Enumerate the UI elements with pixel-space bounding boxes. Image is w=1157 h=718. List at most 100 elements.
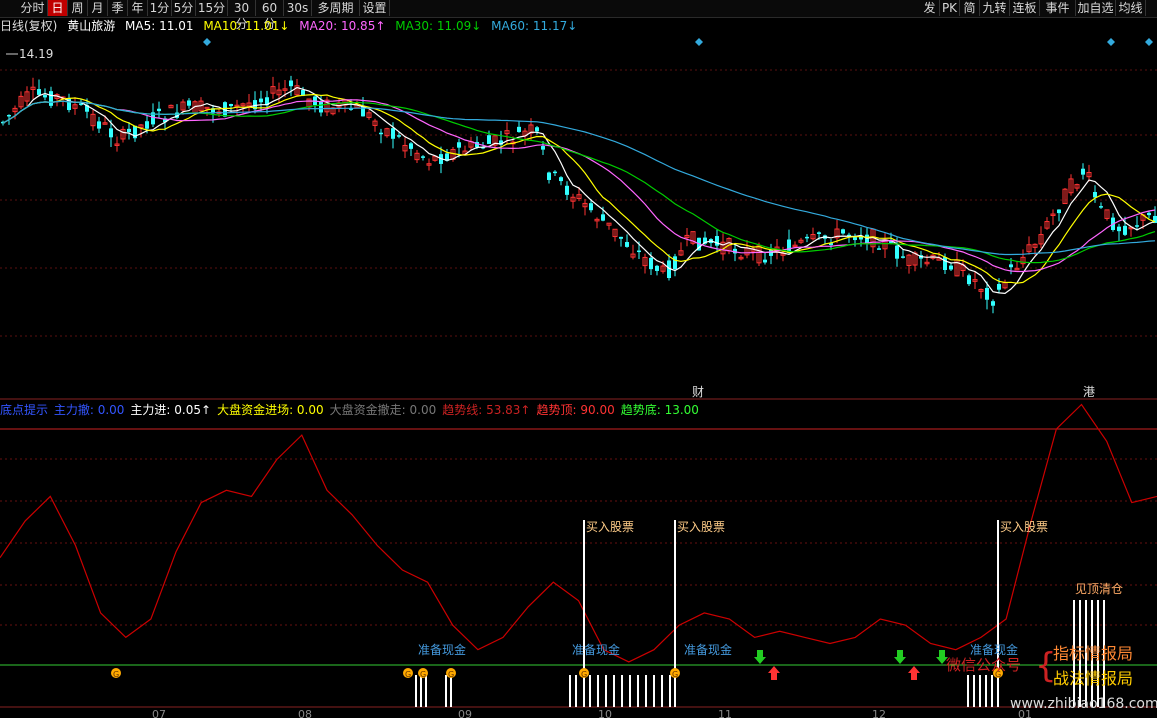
candle-body-down: [559, 177, 563, 182]
gold-marker-letter-5: G: [672, 670, 678, 679]
prepare-cash-label-3: 准备现金: [970, 642, 1018, 657]
candle-body-down: [1117, 226, 1121, 232]
prepare-cash-label-1: 准备现金: [572, 642, 620, 657]
candle-body-down: [1009, 264, 1013, 268]
candle-body-down: [7, 114, 11, 117]
prepare-cash-label-2: 准备现金: [684, 642, 732, 657]
candle-body-down: [655, 265, 659, 271]
candle-body-down: [601, 214, 605, 221]
candle-body-down: [1147, 212, 1151, 216]
prepare-cash-label-0: 准备现金: [418, 642, 466, 657]
candle-body-down: [43, 95, 47, 98]
candle-body-down: [409, 143, 413, 149]
month-label-6: 01: [1018, 708, 1032, 718]
candle-body-down: [1093, 191, 1097, 198]
candle-body-down: [967, 275, 971, 285]
watermark-wechat: 微信公众号: [946, 656, 1021, 674]
gold-marker-letter-4: G: [581, 670, 587, 679]
candle-body-down: [229, 103, 233, 107]
green-down-arrow-1: [894, 650, 906, 664]
month-label-1: 08: [298, 708, 312, 718]
candle-body-down: [991, 301, 995, 306]
candle-body-down: [877, 248, 881, 250]
candle-body-down: [865, 234, 869, 244]
buy-label-0: 买入股票: [586, 520, 634, 534]
marker-gang: 港: [1083, 385, 1095, 399]
candle-body-down: [1135, 225, 1139, 227]
candle-body-down: [379, 132, 383, 135]
candle-body-down: [949, 265, 953, 270]
candle-body-down: [517, 126, 521, 133]
red-up-arrow-0: [768, 666, 780, 680]
candle-body-down: [763, 259, 767, 263]
stock-chart[interactable]: 14.19 财 港买入股票 买入股票 买入股票准备现金 准备现金 准备现金 准备现金 见顶清仓 G…: [0, 0, 1157, 718]
candle-body-down: [157, 108, 161, 112]
candle-body-down: [421, 156, 425, 158]
marker-cai: 财: [692, 385, 704, 399]
candle-body-down: [547, 172, 551, 180]
candle-body-down: [535, 127, 539, 132]
candle-body-down: [841, 229, 845, 234]
candle-body-down: [895, 245, 899, 259]
watermark-bottom: 战法情报局: [1053, 669, 1133, 688]
candle-body-down: [145, 121, 149, 129]
candle-body-down: [319, 101, 323, 113]
candle-body-down: [1099, 206, 1103, 208]
candle-body-down: [187, 100, 191, 106]
event-diamond-1: [695, 38, 703, 46]
buy-label-1: 买入股票: [677, 520, 725, 534]
candle-body-down: [391, 128, 395, 139]
watermark-top: 指标情报局: [1053, 644, 1133, 663]
candle-body-down: [649, 257, 653, 270]
ma20-line: [2, 99, 1156, 273]
ma30-line: [2, 100, 1156, 264]
candle-body-down: [625, 242, 629, 247]
candle-body-down: [37, 89, 41, 95]
candle-body-down: [619, 236, 623, 239]
gold-marker-letter-0: G: [113, 670, 119, 679]
month-label-0: 07: [152, 708, 166, 718]
gold-marker-letter-3: G: [448, 670, 454, 679]
candle-body-down: [457, 142, 461, 148]
candle-body-down: [127, 128, 131, 133]
candle-body-down: [487, 135, 491, 144]
watermark-url: www.zhibiao168.com: [1010, 696, 1157, 712]
candle-body-down: [853, 237, 857, 241]
candle-body-down: [1057, 209, 1061, 214]
high-price-label: 14.19: [19, 47, 53, 61]
candle-body-down: [397, 135, 401, 137]
candle-body-down: [673, 256, 677, 270]
gold-marker-letter-2: G: [420, 670, 426, 679]
candle-body-down: [943, 257, 947, 271]
event-diamond-3: [1145, 38, 1153, 46]
month-label-2: 09: [458, 708, 472, 718]
candle-body-down: [109, 128, 113, 138]
candle-body-down: [259, 98, 263, 103]
candle-body-down: [541, 146, 545, 150]
candle-body-down: [817, 232, 821, 234]
month-label-5: 12: [872, 708, 886, 718]
candle-body-down: [97, 121, 101, 129]
candle-body-down: [565, 185, 569, 195]
trend-line: [0, 403, 1157, 663]
red-up-arrow-1: [908, 666, 920, 680]
buy-label-2: 买入股票: [1000, 520, 1048, 534]
candle-body-down: [289, 80, 293, 87]
green-down-arrow-0: [754, 650, 766, 664]
candle-body-down: [49, 91, 53, 106]
candle-body-down: [553, 171, 557, 174]
month-label-3: 10: [598, 708, 612, 718]
top-clear-label: 见顶清仓: [1075, 582, 1123, 596]
candle-body-down: [997, 283, 1001, 290]
candle-body-down: [985, 287, 989, 300]
candle-body-down: [589, 203, 593, 211]
candle-body-down: [1081, 168, 1085, 175]
month-label-4: 11: [718, 708, 732, 718]
event-diamond-2: [1107, 38, 1115, 46]
candle-body-down: [1123, 225, 1127, 235]
event-diamond-0: [203, 38, 211, 46]
candle-body-down: [637, 250, 641, 253]
candle-body-down: [901, 256, 905, 258]
candle-body-down: [715, 236, 719, 246]
gold-marker-letter-1: G: [405, 670, 411, 679]
